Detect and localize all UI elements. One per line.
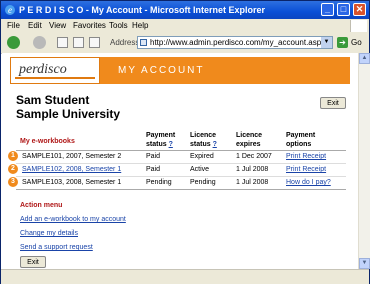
col-header-workbooks: My e-workbooks [20,138,75,145]
col-header-payment-status: Payment status ? [146,131,175,149]
go-button[interactable]: ➔ Go [337,36,367,49]
workbook-link[interactable]: SAMPLE102, 2008, Semester 1 [22,164,121,176]
menu-view[interactable]: View [49,19,66,33]
payment-status-help-link[interactable]: ? [169,141,173,148]
add-workbook-link[interactable]: Add an e-workbook to my account [20,216,126,223]
page-icon [140,39,147,46]
go-label: Go [351,38,362,47]
menu-edit[interactable]: Edit [28,19,42,33]
col-header-options-line1: Payment [286,132,316,139]
address-bar[interactable]: http://www.admin.perdisco.com/my_account… [137,36,333,49]
row-number-badge: 2 [8,164,18,174]
windows-logo-icon [350,20,367,32]
action-menu-title: Action menu [20,202,63,209]
col-header-licence-line1: Licence [190,132,217,139]
col-header-licence-status-word: status [190,141,211,148]
exit-button-bottom[interactable]: Exit [20,256,46,268]
toolbar: Address http://www.admin.perdisco.com/my… [1,33,369,54]
forward-icon[interactable] [33,36,46,49]
col-header-licence-status: Licence status ? [190,131,217,149]
menu-file[interactable]: File [7,19,20,33]
page-content: perdisco MY ACCOUNT Sam Student Sample U… [2,53,358,269]
licence-status: Pending [190,179,216,186]
licence-expires: 1 Dec 2007 [236,153,272,160]
status-bar [1,269,369,284]
col-header-options-line2: options [286,141,312,148]
exit-button-top[interactable]: Exit [320,97,346,109]
table-row: 1 SAMPLE101, 2007, Semester 2 Paid Expir… [2,151,358,163]
vertical-scrollbar[interactable]: ▲ ▼ [358,53,370,269]
licence-expires: 1 Jul 2008 [236,166,269,173]
address-url: http://www.admin.perdisco.com/my_account… [150,38,322,47]
payment-status: Paid [146,166,161,173]
table-row: 3 SAMPLE103, 2008, Semester 1 Pending Pe… [2,177,358,189]
menu-help[interactable]: Help [132,19,148,33]
minimize-button[interactable]: _ [321,3,334,16]
menu-bar: File Edit View Favorites Tools Help [1,19,369,34]
col-header-payment-line2: status ? [146,140,175,149]
col-header-licence-expires: Licence expires [236,131,262,149]
print-receipt-link[interactable]: Print Receipt [286,164,326,176]
site-banner: perdisco MY ACCOUNT [10,57,350,84]
address-dropdown-icon[interactable]: ▼ [321,37,332,48]
maximize-button[interactable]: □ [337,3,350,16]
col-header-expires-line1: Licence [236,132,263,139]
scroll-up-icon[interactable]: ▲ [359,53,370,64]
logo-underline [15,77,95,79]
row-number-badge: 1 [8,151,18,161]
col-header-payment-status-word: status [146,141,167,148]
support-request-link[interactable]: Send a support request [20,244,93,251]
licence-status: Active [190,166,210,173]
internet-explorer-icon: e [5,5,15,15]
payment-status: Paid [146,153,161,160]
col-header-licence-line2: status ? [190,140,217,149]
how-do-i-pay-link[interactable]: How do I pay? [286,177,331,189]
change-details-link[interactable]: Change my details [20,230,78,237]
col-header-payment-line1: Payment [146,132,176,139]
svg-text:e: e [8,5,12,15]
licence-status-help-link[interactable]: ? [213,141,217,148]
licence-expires: 1 Jul 2008 [236,179,269,186]
go-arrow-icon: ➔ [337,37,348,48]
workbook-name: SAMPLE103, 2008, Semester 1 [22,179,122,186]
stop-icon[interactable] [57,37,68,48]
browser-window: e P E R D I S C O - My Account - Microso… [0,0,370,284]
print-receipt-link[interactable]: Print Receipt [286,151,326,163]
back-icon[interactable] [7,36,20,49]
licence-status: Expired [190,153,214,160]
scroll-down-icon[interactable]: ▼ [359,258,370,269]
perdisco-logo: perdisco [10,57,100,84]
refresh-icon[interactable] [73,37,84,48]
close-button[interactable]: ✕ [353,3,366,16]
row-number-badge: 3 [8,177,18,187]
logo-text: perdisco [19,62,67,77]
home-icon[interactable] [89,37,100,48]
col-header-expires-line2: expires [236,141,261,148]
col-header-payment-options: Payment options [286,131,315,149]
table-row: 2 SAMPLE102, 2008, Semester 1 Paid Activ… [2,164,358,176]
menu-tools[interactable]: Tools [109,19,128,33]
table-bottom-divider [16,189,346,190]
title-bar: e P E R D I S C O - My Account - Microso… [1,1,369,19]
window-title: P E R D I S C O - My Account - Microsoft… [19,5,266,15]
address-label: Address [110,38,140,47]
university-name: Sample University [16,107,121,121]
payment-status: Pending [146,179,172,186]
page-banner-title: MY ACCOUNT [100,57,350,84]
workbook-name: SAMPLE101, 2007, Semester 2 [22,153,122,160]
student-name: Sam Student [16,93,90,107]
menu-favorites[interactable]: Favorites [73,19,106,33]
